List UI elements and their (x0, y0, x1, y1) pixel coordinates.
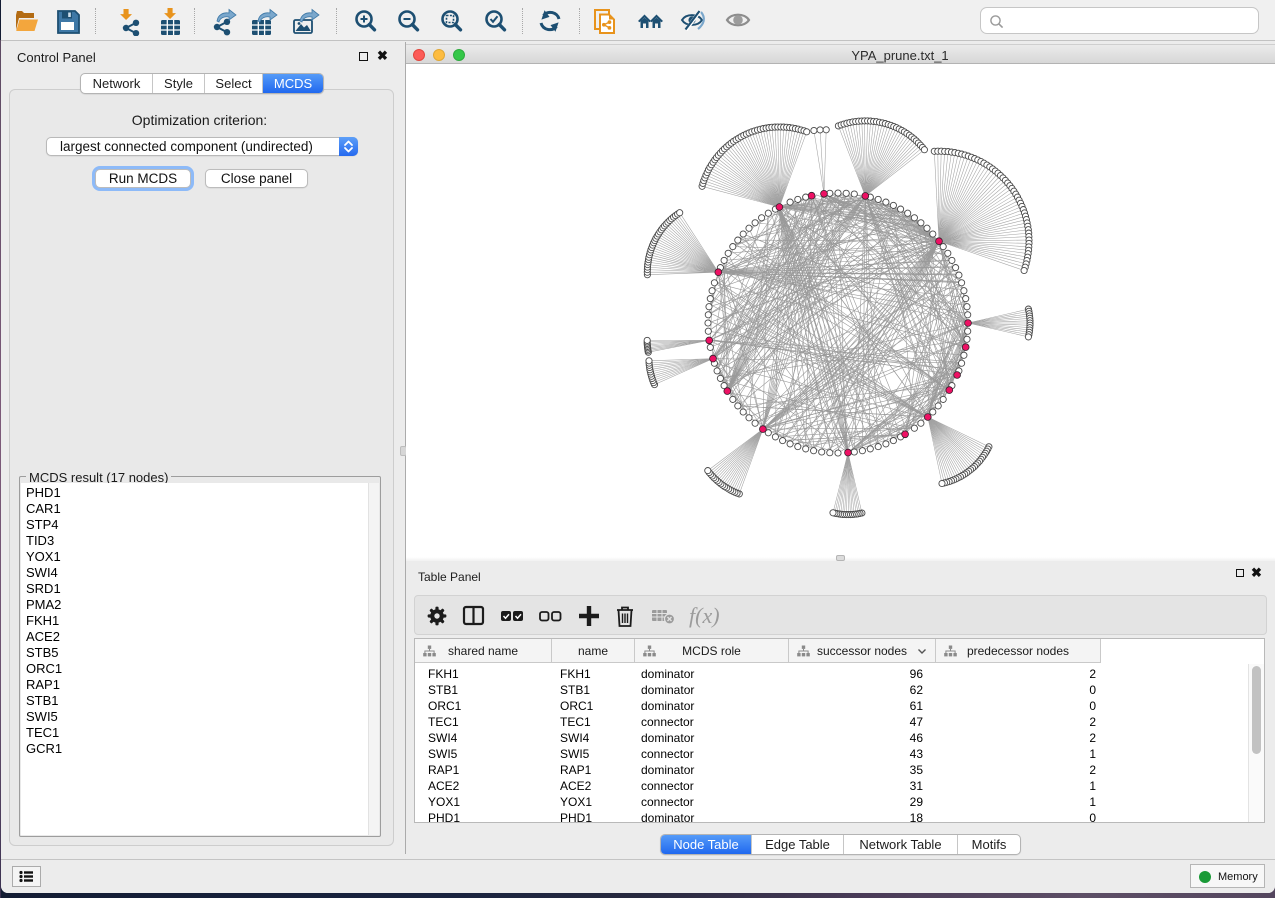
svg-text:f(x): f(x) (689, 603, 720, 628)
